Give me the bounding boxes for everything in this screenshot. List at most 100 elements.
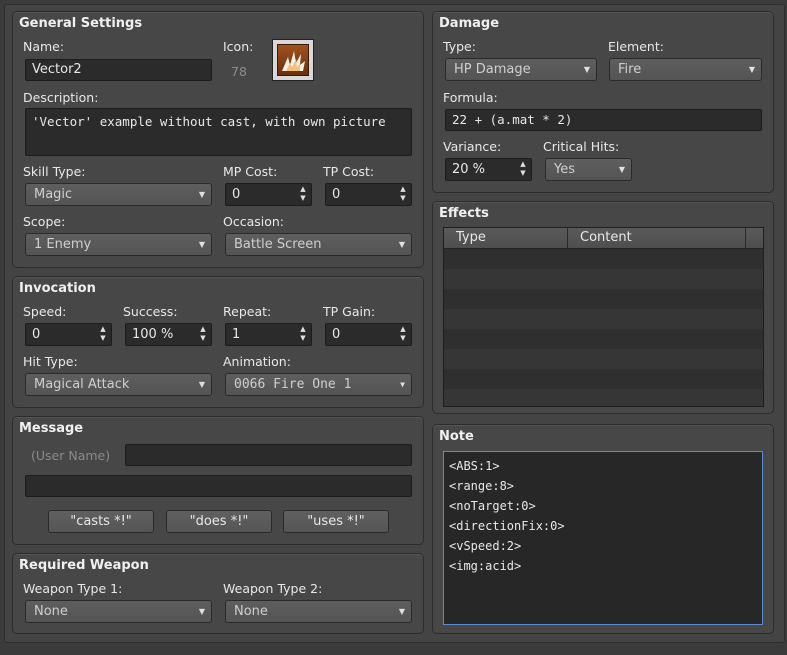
damage-type-select[interactable]: HP Damage ▼ [445,58,597,81]
skill-type-select[interactable]: Magic ▼ [25,183,212,206]
note-title: Note [439,429,474,444]
invocation-group: Invocation Speed: 0 ▲ ▼ Success: 100 % ▲ ▼… [12,276,424,408]
note-line: <img:acid> [449,559,522,573]
message-line-2[interactable] [25,475,412,497]
success-spinner[interactable]: 100 % ▲ ▼ [125,323,212,346]
animation-label: Animation: [223,354,291,369]
tp-cost-spinner[interactable]: 0 ▲ ▼ [325,183,412,206]
column-header-content[interactable]: Content [568,228,746,248]
name-label: Name: [23,39,65,54]
table-row[interactable] [444,269,763,289]
speed-value: 0 [32,327,41,342]
occasion-label: Occasion: [223,214,285,229]
weapon-type-2-select[interactable]: None ▼ [225,600,412,623]
mp-cost-spinner[interactable]: 0 ▲ ▼ [225,183,312,206]
damage-group: Damage Type: HP Damage ▼ Element: Fire ▼… [432,11,774,193]
table-row[interactable] [444,329,763,349]
table-row[interactable] [444,309,763,329]
note-group: Note <ABS:1> <range:8> <noTarget:0> <dir… [432,424,774,634]
note-line: <noTarget:0> [449,499,536,513]
icon-label: Icon: [223,39,254,54]
speed-spinner[interactable]: 0 ▲ ▼ [25,323,112,346]
tp-gain-label: TP Gain: [323,304,376,319]
spin-arrows-icon[interactable]: ▲ ▼ [398,325,408,343]
formula-label: Formula: [443,90,498,105]
spin-arrows-icon[interactable]: ▲ ▼ [398,185,408,203]
table-row[interactable] [444,289,763,309]
chevron-down-icon: ▼ [400,380,405,389]
required-weapon-group: Required Weapon Weapon Type 1: None ▼ We… [12,553,424,634]
note-textarea[interactable]: <ABS:1> <range:8> <noTarget:0> <directio… [443,451,763,625]
table-row[interactable] [444,349,763,369]
scope-select[interactable]: 1 Enemy ▼ [25,233,212,256]
speed-label: Speed: [23,304,67,319]
message-line-1[interactable] [125,444,412,466]
hit-type-label: Hit Type: [23,354,78,369]
damage-type-value: HP Damage [454,62,531,77]
chevron-down-icon: ▼ [748,65,755,74]
note-line: <vSpeed:2> [449,539,522,553]
does-button[interactable]: "does *!" [166,510,272,533]
element-select[interactable]: Fire ▼ [609,58,762,81]
element-value: Fire [618,62,642,77]
table-row[interactable] [444,389,763,406]
spin-arrows-icon[interactable]: ▲ ▼ [298,185,308,203]
variance-label: Variance: [443,139,502,154]
hit-type-value: Magical Attack [34,377,130,392]
required-weapon-title: Required Weapon [19,558,149,573]
occasion-select[interactable]: Battle Screen ▼ [225,233,412,256]
critical-hits-select[interactable]: Yes ▼ [545,158,632,181]
tp-cost-label: TP Cost: [323,164,375,179]
name-field[interactable]: Vector2 [25,59,212,81]
table-row[interactable] [444,249,763,269]
success-label: Success: [123,304,178,319]
scope-value: 1 Enemy [34,237,92,252]
animation-select[interactable]: 0066 Fire One 1 ▼ [225,373,412,396]
variance-value: 20 % [452,162,486,177]
column-header-type[interactable]: Type [444,228,568,248]
icon-picker[interactable] [272,39,314,81]
general-settings-group: General Settings Name: Vector2 Icon: 78 … [12,11,424,268]
repeat-label: Repeat: [223,304,272,319]
element-label: Element: [608,39,664,54]
tp-gain-spinner[interactable]: 0 ▲ ▼ [325,323,412,346]
weapon-type-1-select[interactable]: None ▼ [25,600,212,623]
message-title: Message [19,421,84,436]
weapon-type-1-label: Weapon Type 1: [23,581,123,596]
spin-arrows-icon[interactable]: ▲ ▼ [98,325,108,343]
hit-type-select[interactable]: Magical Attack ▼ [25,373,212,396]
chevron-down-icon: ▼ [198,607,205,616]
occasion-value: Battle Screen [234,237,322,252]
damage-title: Damage [439,16,500,31]
repeat-spinner[interactable]: 1 ▲ ▼ [225,323,312,346]
weapon-type-2-value: None [234,604,268,619]
tp-cost-value: 0 [332,187,341,202]
critical-hits-value: Yes [554,162,575,177]
spin-arrows-icon[interactable]: ▲ ▼ [298,325,308,343]
formula-field[interactable]: 22 + (a.mat * 2) [445,109,762,131]
spin-arrows-icon[interactable]: ▲ ▼ [518,160,528,178]
fire-burst-icon [277,44,309,76]
casts-button[interactable]: "casts *!" [48,510,154,533]
message-group: Message (User Name) "casts *!" "does *!"… [12,416,424,545]
weapon-type-2-label: Weapon Type 2: [223,581,323,596]
spin-arrows-icon[interactable]: ▲ ▼ [198,325,208,343]
variance-spinner[interactable]: 20 % ▲ ▼ [445,158,532,181]
effects-title: Effects [439,206,489,221]
uses-button[interactable]: "uses *!" [283,510,389,533]
tp-gain-value: 0 [332,327,341,342]
table-row[interactable] [444,369,763,389]
skill-type-value: Magic [34,187,73,202]
note-line: <directionFix:0> [449,519,565,533]
weapon-type-1-value: None [34,604,68,619]
chevron-down-icon: ▼ [618,165,625,174]
chevron-down-icon: ▼ [198,380,205,389]
chevron-down-icon: ▼ [198,190,205,199]
effects-table[interactable]: Type Content [443,227,764,407]
effects-group: Effects Type Content [432,201,774,414]
user-name-label: (User Name) [31,448,111,463]
description-field[interactable]: 'Vector' example without cast, with own … [25,108,412,156]
damage-type-label: Type: [443,39,476,54]
animation-value: 0066 Fire One 1 [234,377,352,392]
effects-table-header: Type Content [444,228,763,249]
